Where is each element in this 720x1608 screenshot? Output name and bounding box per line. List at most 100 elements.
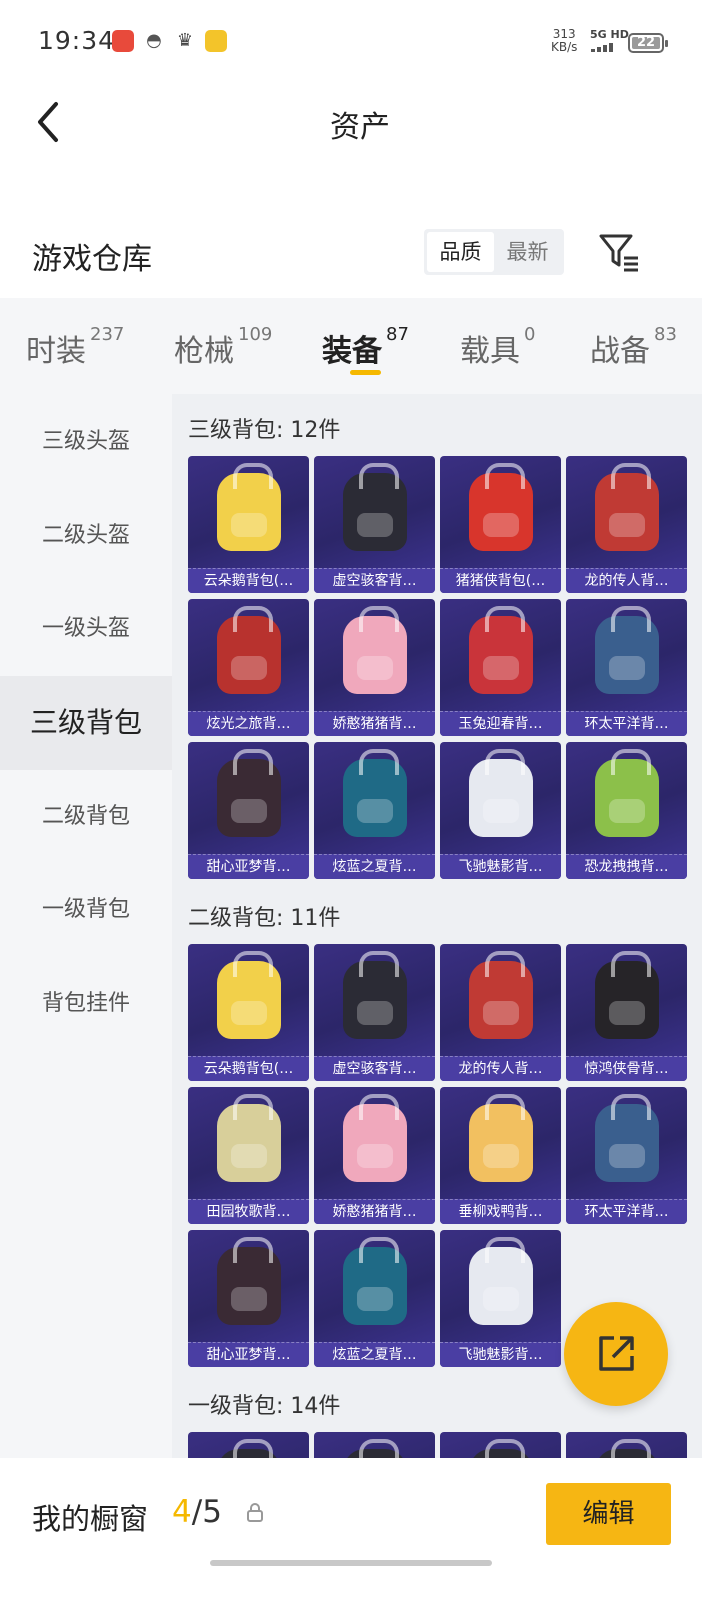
- showcase-total: 5: [202, 1494, 222, 1530]
- item-card[interactable]: 玉兔迎春背…: [440, 599, 561, 736]
- sidebar-item-level1-backpack[interactable]: 一级背包: [0, 863, 172, 957]
- backpack-icon: [468, 463, 533, 551]
- item-card[interactable]: 猪猪侠背包(…: [440, 456, 561, 593]
- item-image: [440, 599, 561, 711]
- item-card[interactable]: 龙的传人背…: [566, 456, 687, 593]
- item-name: 虚空骇客背…: [314, 568, 435, 593]
- item-card[interactable]: 甜心亚梦背…: [188, 742, 309, 879]
- backpack-icon: [342, 1237, 407, 1325]
- backpack-icon: [594, 749, 659, 837]
- tab-count: 237: [90, 324, 125, 345]
- status-notification-icons: ◓ ♛: [112, 30, 227, 52]
- group-title-level3: 三级背包: 12件: [188, 418, 341, 443]
- lock-icon: [247, 1503, 263, 1522]
- sidebar-item-level2-backpack[interactable]: 二级背包: [0, 770, 172, 864]
- net-speed: 313 KB/s: [551, 28, 577, 54]
- item-name: 炫蓝之夏背…: [314, 854, 435, 879]
- item-card[interactable]: 炫光之旅背…: [188, 599, 309, 736]
- active-tab-indicator: [350, 370, 381, 375]
- item-image: [440, 1230, 561, 1342]
- item-card[interactable]: 甜心亚梦背…: [188, 1230, 309, 1367]
- share-button[interactable]: [564, 1302, 668, 1406]
- item-card[interactable]: 炫蓝之夏背…: [314, 1230, 435, 1367]
- item-name: 龙的传人背…: [440, 1056, 561, 1081]
- tab-label: 载具: [460, 334, 520, 369]
- backpack-icon: [468, 1094, 533, 1182]
- item-card[interactable]: 飞驰魅影背…: [440, 1230, 561, 1367]
- sidebar-item-backpack-charm[interactable]: 背包挂件: [0, 957, 172, 1051]
- backpack-icon: [594, 463, 659, 551]
- sidebar-item-level2-helmet[interactable]: 二级头盔: [0, 489, 172, 583]
- item-card[interactable]: 飞驰魅影背…: [440, 742, 561, 879]
- group-title-level2: 二级背包: 11件: [188, 906, 341, 931]
- item-card[interactable]: 恐龙拽拽背…: [566, 742, 687, 879]
- tab-label: 装备: [322, 334, 382, 369]
- item-name: 垂柳戏鸭背…: [440, 1199, 561, 1224]
- backpack-icon: [216, 951, 281, 1039]
- sort-option-newest[interactable]: 最新: [494, 232, 561, 272]
- item-card[interactable]: 娇憨猪猪背…: [314, 1087, 435, 1224]
- item-card[interactable]: 环太平洋背…: [566, 599, 687, 736]
- item-name: 炫光之旅背…: [188, 711, 309, 736]
- item-name: 猪猪侠背包(…: [440, 568, 561, 593]
- sidebar-item-level1-helmet[interactable]: 一级头盔: [0, 582, 172, 676]
- item-image: [566, 944, 687, 1056]
- backpack-icon: [468, 606, 533, 694]
- sidebar-item-level3-helmet[interactable]: 三级头盔: [0, 395, 172, 489]
- showcase-separator: /: [191, 1494, 203, 1530]
- share-external-icon: [599, 1336, 634, 1371]
- home-indicator[interactable]: [210, 1560, 492, 1566]
- backpack-icon: [216, 606, 281, 694]
- item-card[interactable]: 龙的传人背…: [440, 944, 561, 1081]
- item-card[interactable]: 云朵鹅背包(…: [188, 944, 309, 1081]
- tab-equipment[interactable]: 装备 87: [322, 324, 409, 370]
- item-image: [566, 742, 687, 854]
- tab-weapons[interactable]: 枪械 109: [174, 324, 272, 370]
- item-name: 田园牧歌背…: [188, 1199, 309, 1224]
- item-card[interactable]: 田园牧歌背…: [188, 1087, 309, 1224]
- backpack-icon: [342, 463, 407, 551]
- item-image: [566, 599, 687, 711]
- item-name: 飞驰魅影背…: [440, 1342, 561, 1367]
- item-card[interactable]: 虚空骇客背…: [314, 944, 435, 1081]
- backpack-icon: [216, 1237, 281, 1325]
- status-bar: 19:34 ◓ ♛ 313 KB/s 5G HD 22: [0, 0, 720, 88]
- sidebar-item-level3-backpack[interactable]: 三级背包: [0, 676, 172, 770]
- item-card[interactable]: 娇憨猪猪背…: [314, 599, 435, 736]
- page-title: 资产: [330, 110, 390, 145]
- item-name: 娇憨猪猪背…: [314, 1199, 435, 1224]
- item-image: [566, 1087, 687, 1199]
- net-speed-unit: KB/s: [551, 40, 578, 54]
- app-yellow-icon: [205, 30, 227, 52]
- sort-option-quality[interactable]: 品质: [427, 232, 494, 272]
- app-red-icon: [112, 30, 134, 52]
- item-name: 环太平洋背…: [566, 711, 687, 736]
- item-image: [188, 456, 309, 568]
- item-card[interactable]: 云朵鹅背包(…: [188, 456, 309, 593]
- backpack-icon: [594, 1094, 659, 1182]
- item-image: [566, 456, 687, 568]
- backpack-icon: [594, 606, 659, 694]
- item-card[interactable]: 垂柳戏鸭背…: [440, 1087, 561, 1224]
- tab-supplies[interactable]: 战备 83: [590, 324, 677, 370]
- item-name: 甜心亚梦背…: [188, 854, 309, 879]
- crown-icon: ♛: [176, 30, 194, 51]
- item-image: [188, 599, 309, 711]
- item-name: 恐龙拽拽背…: [566, 854, 687, 879]
- tab-count: 83: [654, 324, 677, 345]
- item-name: 娇憨猪猪背…: [314, 711, 435, 736]
- tab-fashion[interactable]: 时装 237: [26, 324, 125, 370]
- item-card[interactable]: 炫蓝之夏背…: [314, 742, 435, 879]
- section-title: 游戏仓库: [32, 242, 152, 277]
- item-card[interactable]: 环太平洋背…: [566, 1087, 687, 1224]
- item-name: 环太平洋背…: [566, 1199, 687, 1224]
- item-card[interactable]: 虚空骇客背…: [314, 456, 435, 593]
- item-card[interactable]: 惊鸿侠骨背…: [566, 944, 687, 1081]
- tab-vehicles[interactable]: 载具 0: [460, 324, 535, 370]
- battery-icon: 22: [628, 33, 668, 53]
- item-name: 玉兔迎春背…: [440, 711, 561, 736]
- group-title-level1: 一级背包: 14件: [188, 1394, 341, 1419]
- item-name: 炫蓝之夏背…: [314, 1342, 435, 1367]
- edit-button[interactable]: 编辑: [546, 1483, 671, 1545]
- filter-button[interactable]: [598, 232, 642, 272]
